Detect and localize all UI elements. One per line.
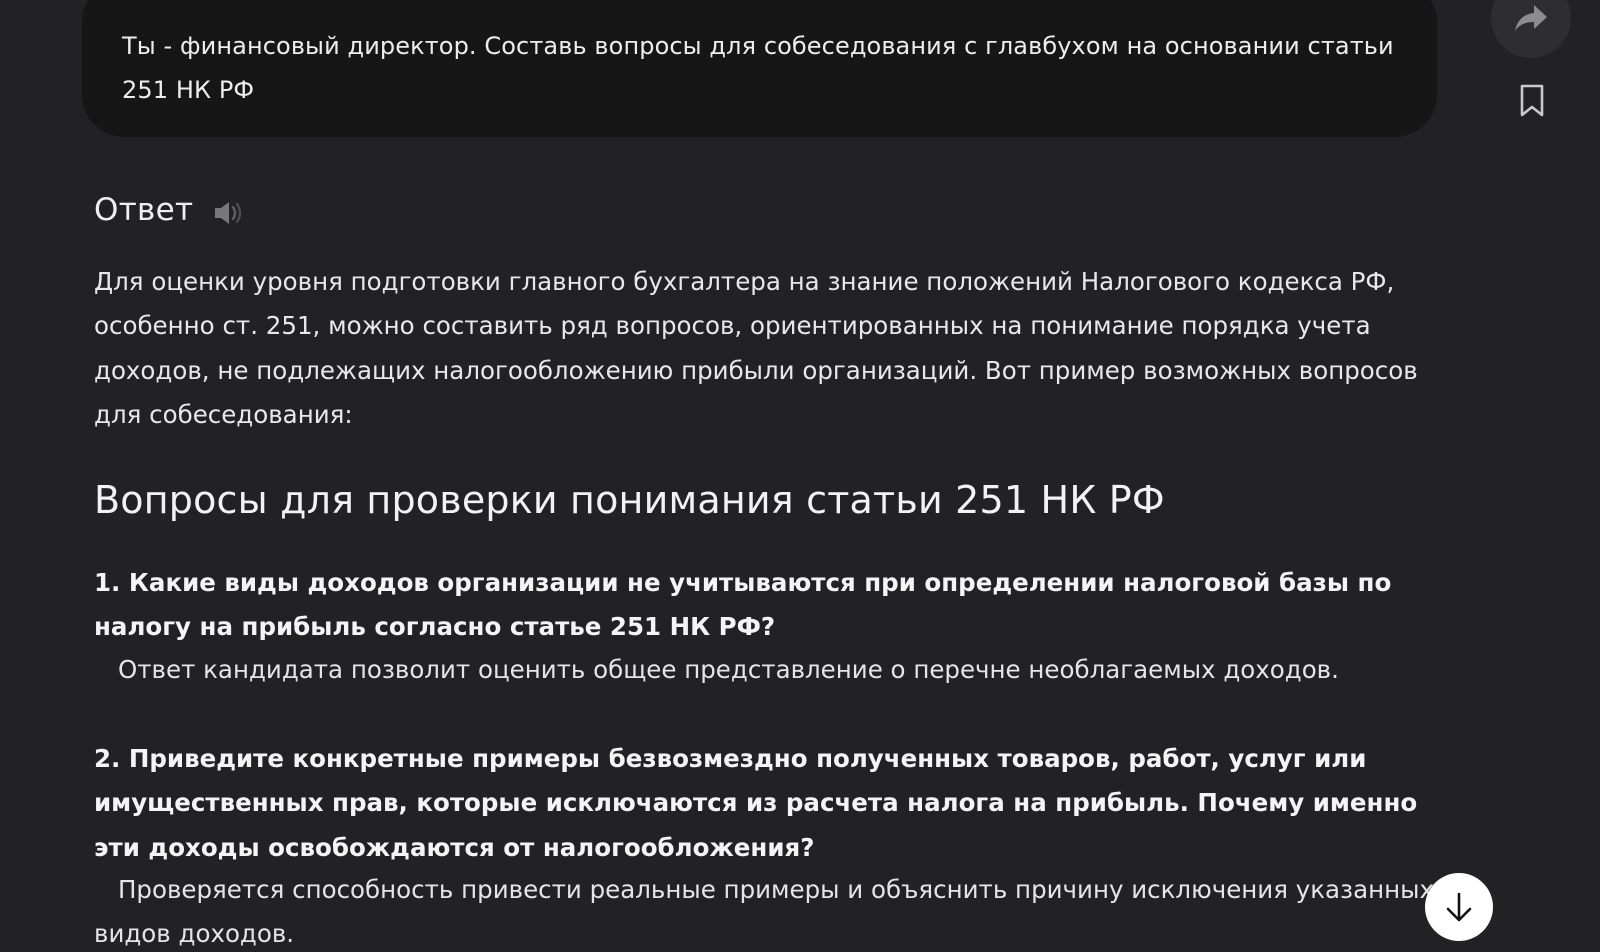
chat-page: Ты - финансовый директор. Составь вопрос… [0, 0, 1600, 952]
speaker-icon [215, 202, 242, 224]
answer-header: Ответ [94, 188, 247, 232]
user-message-bubble: Ты - финансовый директор. Составь вопрос… [82, 0, 1437, 137]
questions-heading: Вопросы для проверки понимания статьи 25… [94, 478, 1165, 522]
scroll-down-button[interactable] [1425, 873, 1493, 941]
question-2-note: Проверяется способность привести реальны… [94, 875, 1434, 949]
question-2: 2. Приведите конкретные примеры безвозме… [94, 744, 1418, 862]
answer-intro: Для оценки уровня подготовки главного бу… [94, 267, 1418, 429]
arrow-down-icon [1446, 892, 1472, 922]
user-message-text: Ты - финансовый директор. Составь вопрос… [122, 32, 1394, 104]
share-button[interactable] [1491, 0, 1571, 58]
bookmark-icon [1520, 84, 1544, 117]
bookmark-button[interactable] [1518, 84, 1546, 118]
answer-title: Ответ [94, 192, 194, 228]
question-1: 1. Какие виды доходов организации не учи… [94, 568, 1392, 642]
question-1-note: Ответ кандидата позволит оценить общее п… [118, 655, 1339, 684]
speaker-button[interactable] [213, 199, 247, 227]
share-arrow-icon [1515, 5, 1547, 31]
